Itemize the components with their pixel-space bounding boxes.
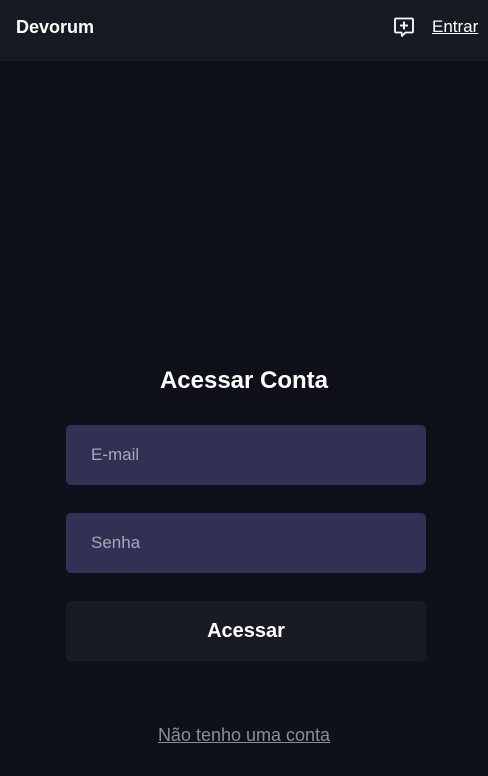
password-input[interactable] [66, 513, 426, 573]
submit-button[interactable]: Acessar [66, 601, 426, 661]
page-title: Acessar Conta [159, 367, 329, 394]
login-link[interactable]: Entrar [432, 18, 478, 36]
register-link-row: Não tenho uma conta [0, 725, 488, 745]
top-navbar: Devorum Entrar [0, 0, 488, 61]
email-input[interactable] [66, 425, 426, 485]
message-plus-icon[interactable] [393, 16, 415, 38]
brand-logo[interactable]: Devorum [16, 17, 94, 37]
register-link[interactable]: Não tenho uma conta [158, 725, 330, 745]
